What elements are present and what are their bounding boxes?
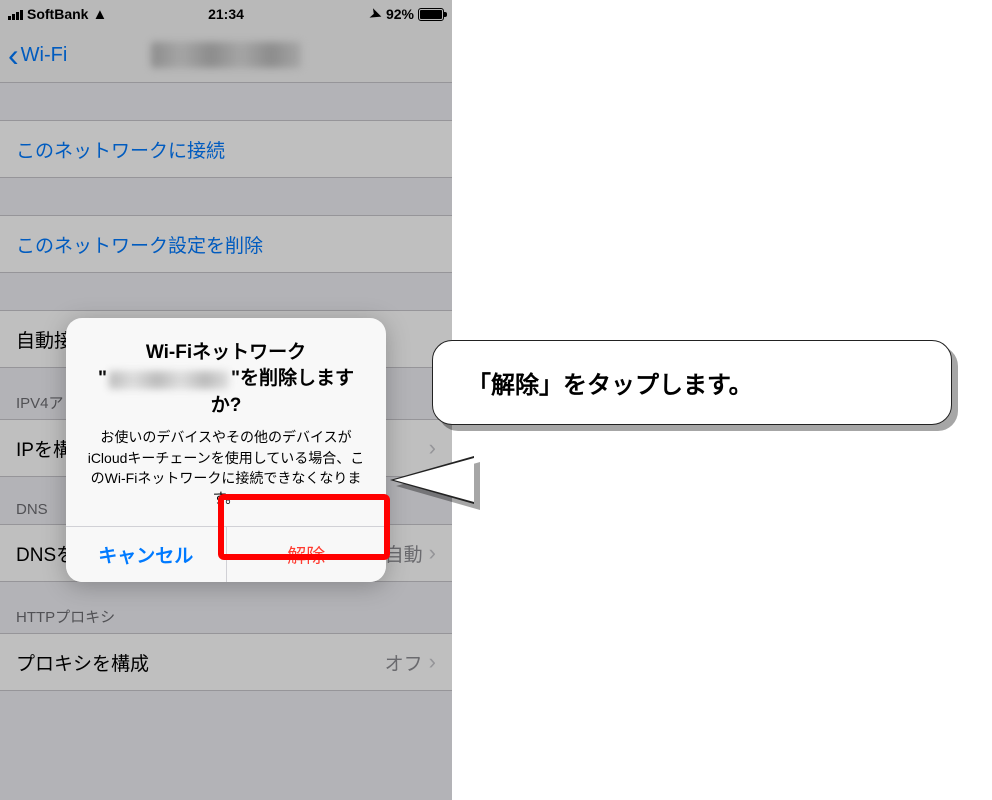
instruction-callout: 「解除」をタップします。 bbox=[432, 340, 952, 425]
alert-message: お使いのデバイスやその他のデバイスがiCloudキーチェーンを使用している場合、… bbox=[84, 427, 368, 508]
proxy-config-label: プロキシを構成 bbox=[16, 649, 149, 676]
signal-icon bbox=[8, 8, 23, 20]
back-label: Wi-Fi bbox=[21, 44, 68, 67]
phone-screen: SoftBank ▲ 21:34 ➤ 92% ‹ Wi-Fi このネットワークに… bbox=[0, 0, 452, 800]
page-title bbox=[67, 42, 384, 68]
navigation-bar: ‹ Wi-Fi bbox=[0, 28, 452, 83]
wifi-icon: ▲ bbox=[92, 6, 107, 23]
battery-icon bbox=[418, 8, 444, 21]
dns-config-value: 自動 bbox=[385, 540, 423, 567]
carrier-label: SoftBank bbox=[27, 6, 88, 22]
proxy-section-header: HTTPプロキシ bbox=[0, 582, 452, 633]
callout-text: 「解除」をタップします。 bbox=[467, 372, 753, 399]
redacted-network-name bbox=[109, 371, 229, 389]
cancel-button[interactable]: キャンセル bbox=[66, 527, 227, 582]
statusbar: SoftBank ▲ 21:34 ➤ 92% bbox=[0, 0, 452, 28]
location-icon: ➤ bbox=[368, 4, 385, 24]
join-network-cell[interactable]: このネットワークに接続 bbox=[0, 120, 452, 178]
forget-confirm-button[interactable]: 解除 bbox=[227, 527, 387, 582]
redacted-network-name bbox=[151, 42, 301, 68]
chevron-right-icon: › bbox=[429, 540, 436, 566]
forget-network-alert: Wi-Fiネットワーク ""を削除しますか? お使いのデバイスやその他のデバイス… bbox=[66, 318, 386, 583]
alert-title: Wi-Fiネットワーク ""を削除しますか? bbox=[84, 340, 368, 420]
forget-network-cell[interactable]: このネットワーク設定を削除 bbox=[0, 215, 452, 273]
forget-network-label: このネットワーク設定を削除 bbox=[16, 231, 263, 258]
ip-config-label: IPを構 bbox=[16, 435, 72, 462]
proxy-config-value: オフ bbox=[385, 649, 423, 676]
join-network-label: このネットワークに接続 bbox=[16, 136, 225, 163]
auto-join-label: 自動接 bbox=[16, 326, 73, 353]
clock: 21:34 bbox=[153, 6, 298, 22]
chevron-right-icon: › bbox=[429, 649, 436, 675]
back-button[interactable]: ‹ Wi-Fi bbox=[8, 44, 67, 67]
proxy-config-cell[interactable]: プロキシを構成 オフ › bbox=[0, 633, 452, 691]
battery-percent: 92% bbox=[386, 6, 414, 22]
